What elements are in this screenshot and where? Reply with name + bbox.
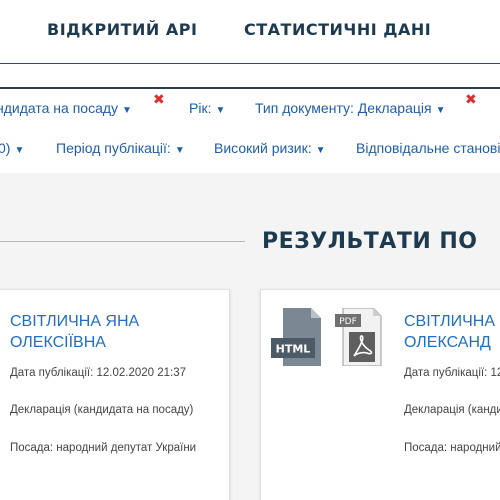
- divider: [0, 241, 245, 242]
- declarant-name-link[interactable]: Світлична Олександ: [404, 311, 495, 353]
- pdf-icon-label: PDF: [339, 317, 357, 327]
- filter-label: Період публікації:: [56, 140, 171, 156]
- nav-open-api-link[interactable]: ВІДКРИТИЙ API: [47, 20, 197, 39]
- document-type: Декларація (канди: [404, 404, 500, 416]
- nav-statistics-link[interactable]: СТАТИСТИЧНІ ДАНІ: [244, 20, 431, 39]
- name-line: Світлична: [404, 313, 495, 330]
- chevron-down-icon: ▼: [174, 145, 185, 156]
- declarant-name-link[interactable]: Світлична Яна Олексіївна: [10, 311, 139, 353]
- name-line: Олександ: [404, 334, 491, 351]
- declaration-card: HTML PDF Світлична Олександ Дата публіка…: [260, 289, 500, 500]
- name-line: Світлична Яна: [10, 313, 140, 330]
- publication-date: Дата публікації: 12: [404, 367, 500, 379]
- filter-truncated[interactable]: 0) ▼: [0, 140, 24, 156]
- filter-responsible-position[interactable]: Відповідальне станові: [356, 140, 500, 156]
- filter-label: 0): [0, 140, 11, 156]
- filter-document-type[interactable]: Тип документу: Декларація ▼: [255, 100, 446, 116]
- results-title: РЕЗУЛЬТАТИ ПО: [262, 229, 478, 254]
- filter-year[interactable]: Рік: ▼: [189, 100, 225, 116]
- filter-high-risk[interactable]: Високий ризик: ▼: [214, 140, 326, 156]
- chevron-down-icon: ▼: [14, 145, 25, 156]
- document-type: Декларація (кандидата на посаду): [10, 404, 194, 416]
- filter-publication-period[interactable]: Період публікації: ▼: [56, 140, 185, 156]
- chevron-down-icon: ▼: [435, 105, 446, 116]
- top-navigation: ВІДКРИТИЙ API СТАТИСТИЧНІ ДАНІ: [0, 0, 500, 64]
- html-icon-label: HTML: [276, 343, 311, 356]
- position-text: Посада: народний: [404, 442, 500, 454]
- chevron-down-icon: ▼: [122, 105, 132, 116]
- declaration-card: Світлична Яна Олексіївна Дата публікації…: [0, 289, 230, 500]
- chevron-down-icon: ▼: [315, 145, 326, 156]
- html-file-icon[interactable]: HTML: [271, 308, 323, 366]
- filter-label: Відповідальне станові: [356, 140, 500, 156]
- position-text: Посада: народний депутат України: [10, 442, 197, 454]
- chevron-down-icon: ▼: [215, 105, 226, 116]
- filter-declarant-type[interactable]: ндидата на посаду ▼: [0, 100, 132, 116]
- filter-label: Високий ризик:: [214, 140, 312, 156]
- pdf-file-icon[interactable]: PDF: [335, 307, 383, 367]
- publication-date: Дата публікації: 12.02.2020 21:37: [10, 367, 187, 379]
- remove-filter-icon[interactable]: ✖: [465, 91, 477, 108]
- name-line: Олексіївна: [10, 334, 106, 351]
- filter-label: Тип документу: Декларація: [255, 100, 432, 116]
- results-area: РЕЗУЛЬТАТИ ПО Світлична Яна Олексіївна Д…: [0, 173, 500, 500]
- filter-label: ндидата на посаду: [0, 100, 119, 116]
- remove-filter-icon[interactable]: ✖: [153, 91, 165, 108]
- search-input[interactable]: [0, 63, 500, 89]
- filter-label: Рік:: [189, 100, 212, 116]
- filter-bar: ндидата на посаду ▼ ✖ Рік: ▼ Тип документу…: [0, 89, 500, 173]
